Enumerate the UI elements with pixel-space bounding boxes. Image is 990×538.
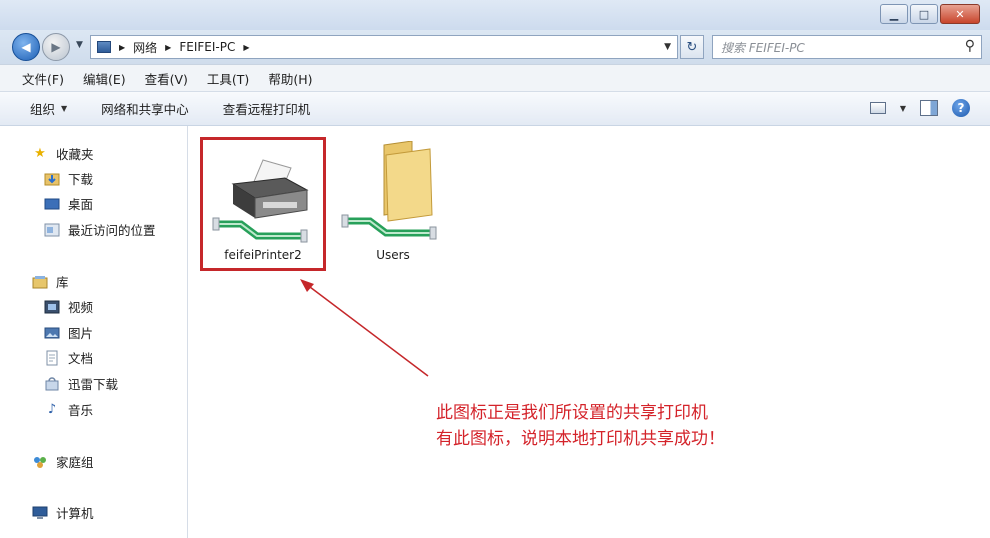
- annotation-text: 此图标正是我们所设置的共享打印机 有此图标，说明本地打印机共享成功！: [436, 400, 725, 452]
- annotation-line-1: 此图标正是我们所设置的共享打印机: [436, 403, 708, 423]
- annotation-arrow: [300, 279, 429, 377]
- annotation-line-2: 有此图标，说明本地打印机共享成功！: [436, 429, 725, 449]
